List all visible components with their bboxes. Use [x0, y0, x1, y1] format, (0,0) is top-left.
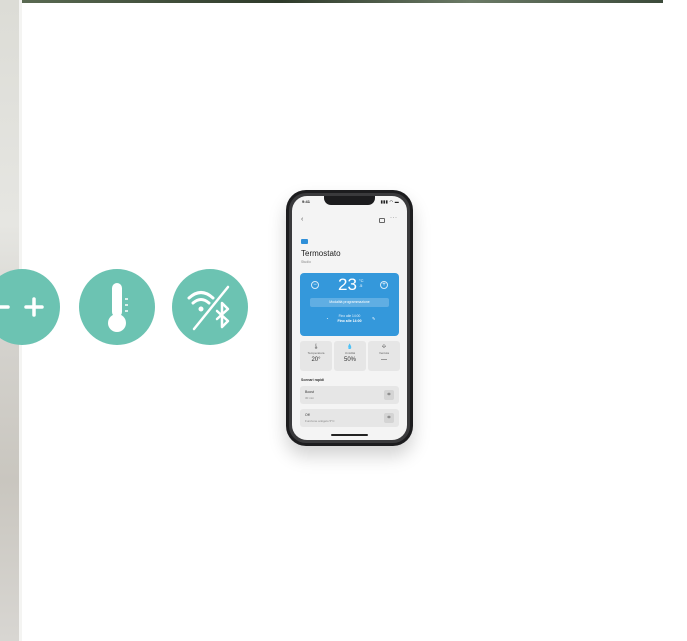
background-photo-top-strip — [22, 0, 663, 3]
tile-label: Ventola — [378, 351, 389, 355]
device-room: Studio — [301, 260, 311, 264]
tile-value: — — [381, 357, 387, 363]
thermometer-icon — [79, 269, 155, 345]
tile-humidity[interactable]: 💧 Umidità 50% — [334, 341, 366, 371]
scenario-row[interactable]: Boost 30 min ⌗ — [300, 386, 399, 404]
status-time: 9:41 — [302, 199, 311, 204]
home-indicator[interactable] — [331, 434, 368, 436]
section-title: Scenari rapidi — [301, 378, 325, 382]
thermostat-device-icon — [301, 239, 308, 244]
product-banner: 9:41 ▮▮▮ ◠ ▬ ‹ ··· Termostato Studio − 2… — [0, 0, 687, 641]
schedule-caption: Fino alle 14:00 — [338, 314, 361, 318]
temperature-unit: °C .5 — [359, 278, 364, 288]
tile-fan[interactable]: ✣ Ventola — — [368, 341, 400, 371]
tile-value: 50% — [343, 357, 356, 363]
status-bar: 9:41 ▮▮▮ ◠ ▬ — [292, 198, 407, 206]
scenario-subtitle: 30 min — [305, 396, 315, 400]
decrease-temp-button[interactable]: − — [311, 281, 319, 289]
scenario-title: Boost — [305, 390, 314, 394]
scenario-action-icon[interactable]: ⌗ — [384, 413, 394, 423]
fan-icon: ✣ — [381, 344, 387, 350]
increase-temp-button[interactable]: + — [380, 281, 388, 289]
scenario-row[interactable]: Off Funzione antigelo 5°C ⌗ — [300, 409, 399, 427]
scenario-action-icon[interactable]: ⌗ — [384, 390, 394, 400]
temperature-card: − 23 °C .5 + Modalità programmazione ◔ F… — [300, 273, 399, 336]
thermometer-small-icon: 🌡 — [312, 344, 320, 350]
schedule-time: Fino alle 14:00 — [337, 319, 362, 323]
device-title: Termostato — [301, 249, 341, 258]
program-mode-button[interactable]: Modalità programmazione — [310, 298, 389, 307]
plus-minus-icon — [0, 269, 60, 345]
calendar-icon[interactable] — [379, 218, 385, 223]
tile-label: Temperatura — [307, 351, 325, 355]
tile-value: 20° — [311, 357, 321, 363]
phone-screen: 9:41 ▮▮▮ ◠ ▬ ‹ ··· Termostato Studio − 2… — [292, 196, 407, 440]
droplet-icon: 💧 — [346, 344, 354, 350]
current-temperature: 23 — [338, 275, 357, 294]
tile-temperature[interactable]: 🌡 Temperatura 20° — [300, 341, 332, 371]
status-indicators: ▮▮▮ ◠ ▬ — [380, 199, 399, 204]
top-nav: ‹ ··· — [292, 215, 407, 226]
edit-icon[interactable]: ✎ — [372, 316, 375, 321]
more-icon[interactable]: ··· — [390, 215, 398, 221]
tile-label: Umidità — [344, 351, 356, 355]
temperature-decimal: .5 — [359, 283, 363, 288]
back-icon[interactable]: ‹ — [301, 216, 303, 223]
scenario-subtitle: Funzione antigelo 5°C — [305, 419, 335, 423]
scenario-title: Off — [305, 413, 310, 417]
phone-mockup: 9:41 ▮▮▮ ◠ ▬ ‹ ··· Termostato Studio − 2… — [286, 190, 413, 446]
wifi-bluetooth-off-icon — [172, 269, 248, 345]
